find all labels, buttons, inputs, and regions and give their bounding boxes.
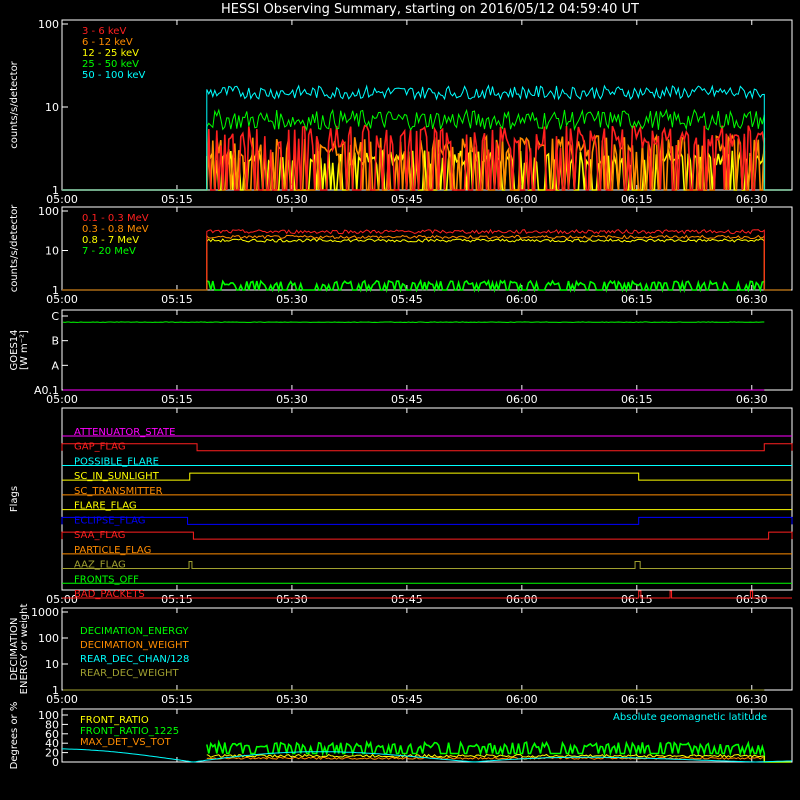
series-line [62,234,791,291]
panel-frame [61,206,793,291]
x-tick-label: 05:45 [391,193,423,206]
y-tick-label: 1 [52,184,59,197]
series-line [62,321,765,323]
legend-item: 25 - 50 keV [82,59,139,70]
y-axis-label-2: ENERGY or weight [19,604,30,695]
y-tick-label: 1 [52,284,59,297]
flag-line [62,561,792,570]
x-tick-label: 06:00 [506,293,538,306]
x-tick-label: 05:00 [46,693,78,706]
legend-item: REAR_DEC_WEIGHT [80,668,179,679]
x-tick-label: 06:15 [621,293,653,306]
legend-item: DECIMATION_ENERGY [80,626,189,637]
legend-item: 6 - 12 keV [82,37,133,48]
y-tick-label: 1000 [31,606,59,619]
x-tick-label: 05:15 [161,593,193,606]
flag-line [61,443,793,452]
y-tick-label: 100 [38,18,59,31]
y-tick-label: 100 [38,205,59,218]
y-tick-label: B [51,335,59,348]
panel-decimation: 05:00 05:15 05:30 05:45 06:00 06:15 06:30 1 10 10… [9,604,793,706]
flag-line [61,516,793,525]
x-tick-label: 06:30 [736,393,768,406]
x-tick-label: 05:15 [161,693,193,706]
panel-lo-energy: 05:00 05:15 05:30 05:45 06:00 06:15 06:3011010… [9,18,793,206]
x-tick-label: 06:00 [506,693,538,706]
observing-summary-chart: HESSI Observing Summary, starting on 201… [9,2,793,770]
legend-item: 0.3 - 0.8 MeV [82,224,149,235]
panel-hi-energy: 05:00 05:15 05:30 05:45 06:00 06:15 06:30 1 10 10… [9,204,793,306]
y-tick-label: 1 [52,684,59,697]
legend-item: DECIMATION_WEIGHT [80,640,189,651]
flag-line [61,531,793,540]
y-tick-label: 10 [45,658,59,671]
x-tick-label: 06:30 [736,193,768,206]
y-axis-label: Degrees or % [9,702,20,770]
legend-item: MAX_DET_VS_TOT [80,737,172,748]
series-line [206,756,791,763]
panel-ratios: 020406080100Degrees or % FRONT_RATIOFRONT… [9,702,793,770]
x-tick-label: 05:30 [276,593,308,606]
legend-item: 7 - 20 MeV [82,246,136,257]
legend-item: FRONT_RATIO [80,715,149,726]
panel-goes: 05:00 05:15 05:30 05:45 06:00 06:15 06:30A0.1A… [9,309,793,406]
x-tick-label: 05:30 [276,693,308,706]
series-line [62,278,791,294]
x-tick-label: 06:30 [736,293,768,306]
x-tick-label: 06:00 [506,393,538,406]
y-tick-label: 100 [38,709,59,722]
x-tick-label: 05:30 [276,293,308,306]
legend-item: 12 - 25 keV [82,48,139,59]
y-axis-label: counts/s/detector [9,60,20,148]
x-tick-label: 05:45 [391,693,423,706]
x-tick-label: 06:15 [621,593,653,606]
legend-item-right: Absolute geomagnetic latitude [613,712,767,723]
y-tick-label: 10 [45,101,59,114]
y-tick-label: 100 [38,632,59,645]
legend-item: REAR_DEC_CHAN/128 [80,654,189,665]
x-tick-label: 06:15 [621,693,653,706]
x-tick-label: 06:15 [621,193,653,206]
y-tick-label: A [51,359,59,372]
x-tick-label: 05:15 [161,193,193,206]
legend-item: 0.8 - 7 MeV [82,235,139,246]
panel-flags: 05:00 05:15 05:30 05:45 06:00 06:15 06:30Flags… [9,407,793,606]
x-tick-label: 06:30 [736,593,768,606]
flag-line [62,472,792,481]
y-axis-label: counts/s/detector [9,204,20,292]
x-tick-label: 05:45 [391,293,423,306]
y-tick-label: A0.1 [34,384,59,397]
x-tick-label: 05:45 [391,393,423,406]
x-tick-label: 06:15 [621,393,653,406]
chart-title: HESSI Observing Summary, starting on 201… [221,2,639,17]
legend-item: FRONT_RATIO_1225 [80,726,179,737]
x-tick-label: 06:00 [506,193,538,206]
x-tick-label: 06:00 [506,593,538,606]
panels-group: 05:00 05:15 05:30 05:45 06:00 06:15 06:3011010… [9,18,793,770]
y-axis-label-2: [W m⁻²] [19,330,30,370]
x-tick-label: 06:30 [736,693,768,706]
y-tick-label: C [51,310,59,323]
x-tick-label: 05:30 [276,193,308,206]
legend-item: 3 - 6 keV [82,26,126,37]
x-tick-label: 05:30 [276,393,308,406]
y-axis-label: Flags [9,486,20,512]
y-tick-label: 10 [45,245,59,258]
x-tick-label: 05:00 [46,293,78,306]
x-tick-label: 05:45 [391,593,423,606]
legend-item: 50 - 100 keV [82,70,146,81]
x-tick-label: 05:15 [161,393,193,406]
legend-item: 0.1 - 0.3 MeV [82,213,149,224]
x-tick-label: 05:15 [161,293,193,306]
